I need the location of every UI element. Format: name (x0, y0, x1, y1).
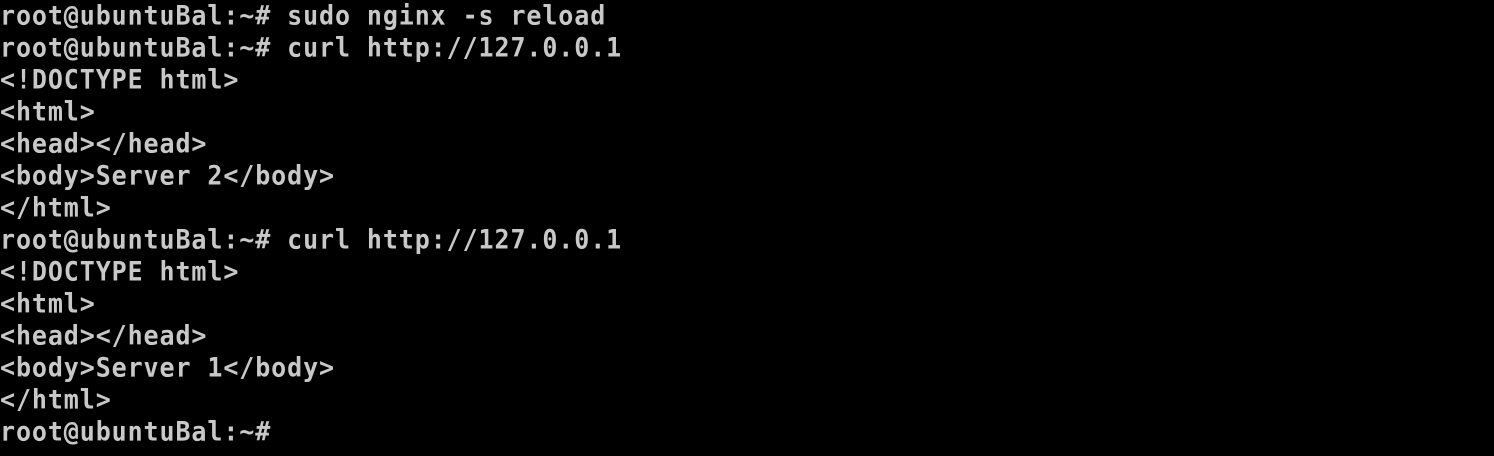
terminal-line: <html> (0, 96, 96, 127)
terminal-prompt-line[interactable]: root@ubuntuBal:~# (0, 415, 1494, 449)
terminal-line: <body>Server 2</body> (0, 160, 335, 191)
terminal-line: root@ubuntuBal:~# curl http://127.0.0.1 (0, 32, 623, 63)
terminal-line: root@ubuntuBal:~# curl http://127.0.0.1 (0, 224, 623, 255)
terminal-line: <!DOCTYPE html> (0, 256, 240, 287)
terminal-line: <head></head> (0, 320, 208, 351)
terminal-line: </html> (0, 384, 112, 415)
terminal-line: <body>Server 1</body> (0, 352, 335, 383)
terminal-line: <!DOCTYPE html> (0, 64, 240, 95)
terminal-line: <head></head> (0, 128, 208, 159)
terminal-line: </html> (0, 192, 112, 223)
terminal-line: root@ubuntuBal:~# sudo nginx -s reload (0, 0, 607, 31)
terminal-line: <html> (0, 288, 96, 319)
terminal-console[interactable]: root@ubuntuBal:~# sudo nginx -s reload r… (0, 0, 1494, 456)
